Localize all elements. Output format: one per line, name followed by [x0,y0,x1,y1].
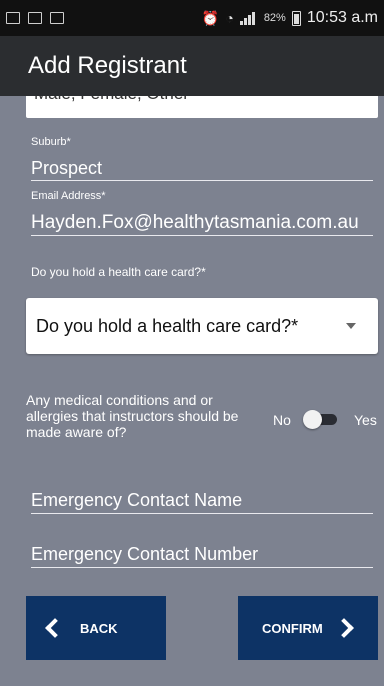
emergency-contact-name-input[interactable]: Emergency Contact Name [31,490,373,514]
toggle-no-label: No [273,412,291,428]
status-time: 10:53 a.m [306,9,378,26]
chevron-right-icon [333,618,354,638]
back-button-label: BACK [80,620,118,636]
suburb-input[interactable]: Prospect [31,158,373,181]
toggle-knob [303,410,322,429]
suburb-label: Suburb* [31,136,71,148]
email-label: Email Address* [31,190,106,202]
battery-percent: 82% [263,12,286,24]
mail-notification-icon [28,12,42,24]
gallery-notification-icon [50,12,64,24]
page-title: Add Registrant [28,52,187,79]
health-card-select-value: Do you hold a health care card?* [36,315,299,336]
status-bar: ⏰ ◔ 82% 10:53 a.m [0,0,384,36]
toggle-yes-label: Yes [354,412,377,428]
health-card-select[interactable]: Do you hold a health care card?* [26,298,378,354]
battery-icon [291,10,301,26]
medical-question: Any medical conditions and or allergies … [26,392,239,440]
dropdown-arrow-icon [346,323,356,329]
confirm-button-label: CONFIRM [262,620,323,636]
signal-icon [239,11,258,25]
chevron-left-icon [45,618,65,638]
back-button[interactable]: BACK [26,596,166,660]
wifi-icon: ◔ [225,10,234,26]
emergency-contact-number-input[interactable]: Emergency Contact Number [31,544,373,568]
registrant-form: Male, Female, Other Suburb* Prospect Ema… [0,80,384,686]
alarm-icon: ⏰ [201,9,220,26]
email-input[interactable]: Hayden.Fox@healthytasmania.com.au [31,212,373,236]
confirm-button[interactable]: CONFIRM [238,596,378,660]
image-notification-icon [6,12,20,24]
medical-conditions-toggle[interactable] [303,410,337,429]
app-bar: Add Registrant [0,36,384,96]
health-card-question: Do you hold a health care card?* [31,265,206,279]
